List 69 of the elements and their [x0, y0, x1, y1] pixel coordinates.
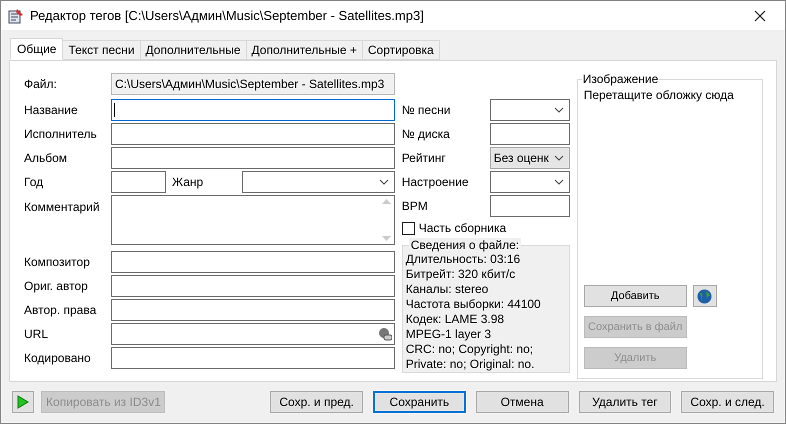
field-label: Ориг. автор	[23, 278, 89, 295]
window-title: Редактор тегов [C:\Users\Админ\Music\September - Satellites.mp3]	[30, 6, 424, 25]
field-label: BPM	[402, 198, 429, 215]
field-label: Композитор	[23, 254, 91, 271]
field-label: Год	[23, 174, 44, 191]
text-field[interactable]	[111, 99, 395, 121]
field-label: № диска	[402, 126, 451, 143]
tab[interactable]: Сортировка	[362, 40, 440, 60]
text-field[interactable]	[111, 299, 395, 321]
info-text: Частота выборки: 44100	[406, 297, 542, 312]
dialog-button[interactable]: Сохр. и след.	[681, 391, 774, 413]
globe-button[interactable]	[692, 285, 717, 307]
checkbox-label: Часть сборника	[418, 220, 506, 237]
dropdown[interactable]	[490, 99, 570, 121]
field-label: Кодировано	[23, 350, 92, 367]
info-text: Битрейт: 320 кбит/с	[406, 267, 516, 282]
dialog-button[interactable]: Сохр. и пред.	[270, 391, 363, 413]
app-icon	[8, 8, 24, 24]
field-label: Альбом	[23, 150, 68, 167]
field-label: Название	[23, 102, 79, 119]
field-label: URL	[23, 326, 50, 343]
chevron-down-icon[interactable]	[554, 179, 564, 185]
dialog-button[interactable]: Отмена	[476, 391, 568, 413]
info-text: Кодек: LAME 3.98	[406, 312, 506, 327]
tab[interactable]: Общие	[10, 38, 64, 60]
text-field[interactable]	[111, 251, 395, 273]
chevron-down-icon[interactable]	[554, 107, 564, 113]
info-text: Каналы: stereo	[406, 282, 490, 297]
image-button[interactable]: Добавить	[584, 285, 687, 307]
text-field[interactable]	[490, 123, 570, 145]
url-field[interactable]	[111, 323, 395, 345]
text-field[interactable]	[490, 195, 570, 217]
field-label: № песни	[402, 102, 452, 119]
field-label: Настроение	[402, 174, 470, 191]
tab[interactable]: Текст песни	[63, 40, 141, 60]
year-field[interactable]	[111, 171, 166, 193]
dialog-button[interactable]: Удалить тег	[578, 391, 672, 413]
globe-icon[interactable]	[378, 327, 392, 341]
play-button[interactable]	[12, 391, 34, 413]
dropdown[interactable]	[490, 171, 570, 193]
file-path-field: C:\Users\Админ\Music\September - Satellites.mp3	[111, 73, 395, 95]
dialog-button[interactable]: Сохранить	[372, 391, 466, 413]
drop-hint: Перетащите обложку сюда	[584, 88, 735, 102]
globe-icon	[697, 288, 712, 304]
text-field[interactable]	[111, 347, 395, 369]
group-title: Сведения о файле:	[408, 238, 522, 252]
field-label: Комментарий	[23, 199, 101, 216]
field-label: Жанр	[171, 174, 204, 191]
field-label: Файл:	[23, 76, 58, 93]
rating-dropdown[interactable]: Без оценк	[490, 147, 570, 169]
tab[interactable]: Дополнительные +	[246, 40, 363, 60]
genre-dropdown[interactable]	[242, 171, 395, 193]
field-label: Рейтинг	[402, 150, 447, 167]
tab[interactable]: Дополнительные	[140, 40, 247, 60]
text-field[interactable]	[111, 147, 395, 169]
field-label: Исполнитель	[23, 126, 98, 143]
text-field[interactable]	[111, 275, 395, 297]
field-label: Автор. права	[23, 302, 98, 319]
info-text: MPEG-1 layer 3	[406, 327, 492, 342]
info-text: Private: no; Original: no.	[406, 357, 536, 372]
play-icon	[17, 395, 30, 409]
group-title: Изображение	[582, 72, 660, 86]
info-text: CRC: no; Copyright: no;	[406, 342, 534, 357]
text-field[interactable]	[111, 123, 395, 145]
chevron-down-icon[interactable]	[554, 155, 564, 161]
info-text: Длительность: 03:16	[406, 252, 522, 267]
chevron-down-icon[interactable]	[378, 179, 389, 185]
checkbox[interactable]	[402, 222, 415, 234]
close-icon[interactable]	[754, 10, 766, 22]
